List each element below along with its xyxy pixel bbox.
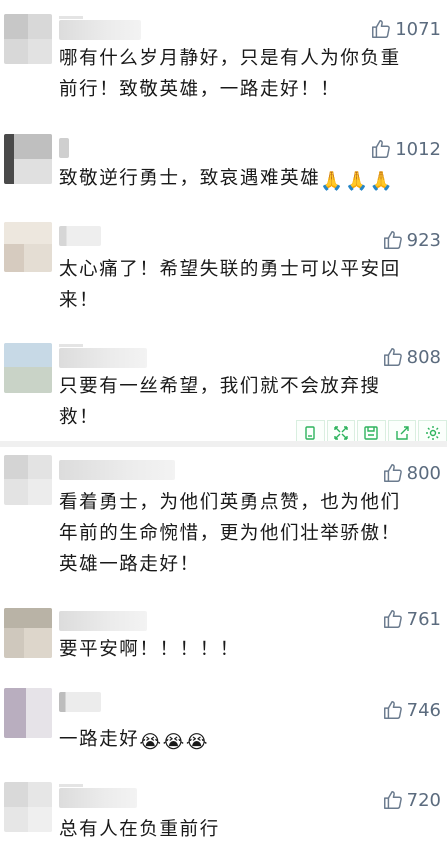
comment-text: 致敬逆行勇士，致哀遇难英雄🙏🙏🙏 [59, 163, 431, 197]
username-blurred [59, 460, 175, 480]
thumbs-up-icon [383, 610, 402, 628]
avatar[interactable] [4, 608, 52, 658]
like-count: 761 [406, 608, 441, 630]
comment-text: 总有人在负重前行 [59, 819, 220, 840]
section-divider [0, 441, 447, 447]
like-button[interactable]: 923 [382, 229, 441, 251]
thumbs-up-icon [383, 348, 402, 366]
username-blurred [59, 611, 147, 631]
thumbs-up-icon [372, 20, 391, 38]
comment-text: 太心痛了！希望失联的勇士可以平安回 来！ [59, 259, 401, 311]
avatar[interactable] [4, 134, 52, 184]
avatar[interactable] [4, 782, 52, 832]
like-count: 720 [406, 789, 441, 811]
like-count: 808 [406, 346, 441, 368]
like-button[interactable]: 800 [382, 462, 441, 484]
thumbs-up-icon [383, 791, 402, 809]
avatar[interactable] [4, 14, 52, 64]
praying-hands-icon: 🙏🙏🙏 [320, 171, 395, 192]
username-blurred [59, 692, 101, 712]
comment-text: 要平安啊！！！！！ [59, 639, 240, 660]
like-button[interactable]: 1071 [370, 18, 441, 40]
like-count: 800 [406, 462, 441, 484]
avatar[interactable] [4, 222, 52, 272]
comment-text: 哪有什么岁月静好，只是有人为你负重 前行！致敬英雄，一路走好！！ [59, 48, 401, 100]
comment-text: 一路走好😭😭😭 [59, 724, 431, 758]
like-count: 1071 [395, 18, 441, 40]
like-button[interactable]: 808 [382, 346, 441, 368]
avatar[interactable] [4, 343, 52, 393]
like-count: 1012 [395, 138, 441, 160]
avatar[interactable] [4, 455, 52, 505]
thumbs-up-icon [383, 701, 402, 719]
thumbs-up-icon [383, 464, 402, 482]
username-blurred [59, 344, 147, 368]
username-blurred [59, 784, 137, 808]
like-button[interactable]: 761 [382, 608, 441, 630]
like-button[interactable]: 746 [382, 699, 441, 721]
like-count: 746 [406, 699, 441, 721]
avatar[interactable] [4, 688, 52, 738]
username-blurred [59, 138, 69, 158]
thumbs-up-icon [372, 140, 391, 158]
crying-face-icon: 😭😭😭 [139, 732, 210, 753]
like-button[interactable]: 720 [382, 789, 441, 811]
thumbs-up-icon [383, 231, 402, 249]
comment-text: 看着勇士，为他们英勇点赞，也为他们 年前的生命惋惜，更为他们壮举骄傲！ 英雄一路… [59, 492, 401, 575]
username-blurred [59, 16, 141, 40]
like-button[interactable]: 1012 [370, 138, 441, 160]
username-blurred [59, 226, 101, 246]
like-count: 923 [406, 229, 441, 251]
